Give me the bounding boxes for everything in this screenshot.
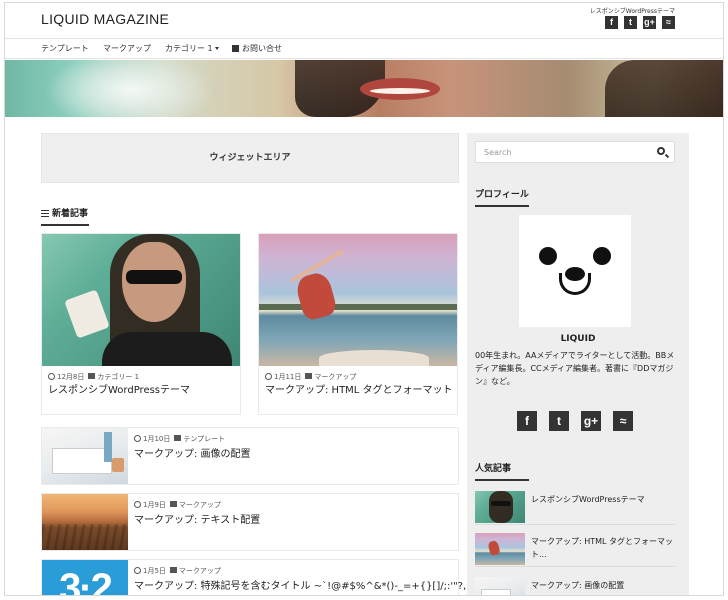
folder-icon xyxy=(169,501,177,507)
post-thumbnail[interactable] xyxy=(42,494,128,550)
clock-icon xyxy=(134,501,141,508)
avatar xyxy=(519,215,631,327)
post-date: 1月5日 xyxy=(143,567,166,575)
nav-item-label: マークアップ xyxy=(103,44,151,53)
mail-icon xyxy=(232,45,239,52)
clock-icon xyxy=(48,373,55,380)
post-category[interactable]: テンプレート xyxy=(183,435,225,443)
popular-title-text[interactable]: マークアップ: HTML タグとフォーマット... xyxy=(531,535,677,561)
caret-down-icon xyxy=(214,47,219,50)
nav-item-contact[interactable]: お問い合せ xyxy=(232,43,282,54)
post-title[interactable]: マークアップ: HTML タグとフォーマット xyxy=(265,384,453,397)
clock-icon xyxy=(265,373,272,380)
post-title[interactable]: マークアップ: 画像の配置 xyxy=(134,445,251,460)
nav-item-template[interactable]: テンプレート xyxy=(41,43,89,54)
popular-item[interactable]: レスポンシブWordPressテーマ xyxy=(475,491,675,525)
post-category[interactable]: マークアップ xyxy=(179,501,221,509)
search-input[interactable]: Search xyxy=(475,141,675,163)
nav-item-label: カテゴリー 1 xyxy=(165,44,213,53)
post-date: 1月10日 xyxy=(143,435,171,443)
list-icon xyxy=(41,210,49,217)
popular-title-text[interactable]: マークアップ: 画像の配置 xyxy=(531,579,677,592)
post-category[interactable]: カテゴリー 1 xyxy=(97,373,139,381)
post-thumbnail[interactable] xyxy=(259,234,457,366)
popular-thumbnail[interactable] xyxy=(475,533,525,565)
folder-icon xyxy=(88,373,96,379)
popular-thumbnail[interactable] xyxy=(475,491,525,523)
post-row[interactable]: 3·2 1月5日 マークアップ マークアップ: 特殊記号を含むタイトル ~`!@#… xyxy=(41,559,478,595)
search-icon[interactable] xyxy=(657,147,665,155)
site-header: LIQUID MAGAZINE レスポンシブWordPressテーマ f t g… xyxy=(5,3,723,39)
popular-thumbnail[interactable] xyxy=(475,577,525,595)
rss-icon[interactable]: ≈ xyxy=(662,16,675,29)
section-title-new-posts: 新着記事 xyxy=(41,206,89,226)
post-meta: 1月9日 マークアップ xyxy=(134,500,221,510)
folder-icon xyxy=(305,373,313,379)
hero-banner xyxy=(5,60,723,117)
post-row[interactable]: 1月9日 マークアップ マークアップ: テキスト配置 xyxy=(41,493,459,551)
post-thumbnail[interactable] xyxy=(42,234,240,366)
popular-item[interactable]: マークアップ: 画像の配置 xyxy=(475,577,677,595)
twitter-icon[interactable]: t xyxy=(624,16,637,29)
header-social-links: f t g+ ≈ xyxy=(605,16,675,29)
post-date: 1月11日 xyxy=(274,373,302,381)
post-title[interactable]: マークアップ: テキスト配置 xyxy=(134,511,260,526)
search-placeholder: Search xyxy=(484,148,512,157)
google-plus-icon[interactable]: g+ xyxy=(581,411,601,431)
clock-icon xyxy=(134,435,141,442)
popular-title-text[interactable]: レスポンシブWordPressテーマ xyxy=(531,493,677,506)
post-category[interactable]: マークアップ xyxy=(179,567,221,575)
profile-description: 00年生まれ。AAメディアでライターとして活動。BBメディア編集長。CCメディア… xyxy=(475,351,675,386)
profile-title: プロフィール xyxy=(475,187,529,207)
folder-icon xyxy=(174,435,182,441)
clock-icon xyxy=(134,567,141,574)
post-title[interactable]: レスポンシブWordPressテーマ xyxy=(48,384,236,397)
rss-icon[interactable]: ≈ xyxy=(613,411,633,431)
folder-icon xyxy=(169,567,177,573)
facebook-icon[interactable]: f xyxy=(605,16,618,29)
site-logo[interactable]: LIQUID MAGAZINE xyxy=(41,11,169,27)
post-card[interactable]: 1月11日 マークアップ マークアップ: HTML タグとフォーマット xyxy=(258,233,458,415)
post-meta: 1月10日 テンプレート xyxy=(134,434,225,444)
post-meta: 1月5日 マークアップ xyxy=(134,566,221,576)
facebook-icon[interactable]: f xyxy=(517,411,537,431)
sidebar-social-links: f t g+ ≈ xyxy=(517,411,633,431)
post-title[interactable]: マークアップ: 特殊記号を含むタイトル ~`!@#$%^&*()-_=+{}[]… xyxy=(134,577,478,592)
profile-name: LIQUID xyxy=(560,334,596,344)
twitter-icon[interactable]: t xyxy=(549,411,569,431)
nav-item-label: テンプレート xyxy=(41,44,89,53)
post-category[interactable]: マークアップ xyxy=(314,373,356,381)
post-thumbnail[interactable]: 3·2 xyxy=(42,560,128,595)
popular-item[interactable]: マークアップ: HTML タグとフォーマット... xyxy=(475,533,675,567)
page-frame: LIQUID MAGAZINE レスポンシブWordPressテーマ f t g… xyxy=(4,2,724,596)
nav-item-label: お問い合せ xyxy=(242,44,282,53)
post-thumbnail[interactable] xyxy=(42,428,128,484)
nav-item-markup[interactable]: マークアップ xyxy=(103,43,151,54)
sidebar: Search プロフィール LIQUID 00年生まれ。AAメディアでライターと… xyxy=(467,133,689,595)
popular-title: 人気記事 xyxy=(475,461,529,481)
post-card[interactable]: 12月8日 カテゴリー 1 レスポンシブWordPressテーマ xyxy=(41,233,241,415)
post-date: 12月8日 xyxy=(57,373,85,381)
widget-area: ウィジェットエリア xyxy=(41,133,459,183)
main-nav: テンプレート マークアップ カテゴリー 1 お問い合せ xyxy=(5,39,723,59)
section-title-text: 新着記事 xyxy=(52,209,89,219)
nav-item-category[interactable]: カテゴリー 1 xyxy=(165,43,219,54)
post-meta: 1月11日 マークアップ xyxy=(265,372,356,382)
post-row[interactable]: 1月10日 テンプレート マークアップ: 画像の配置 xyxy=(41,427,459,485)
post-date: 1月9日 xyxy=(143,501,166,509)
post-meta: 12月8日 カテゴリー 1 xyxy=(48,372,139,382)
site-tagline: レスポンシブWordPressテーマ xyxy=(589,8,675,15)
google-plus-icon[interactable]: g+ xyxy=(643,16,656,29)
